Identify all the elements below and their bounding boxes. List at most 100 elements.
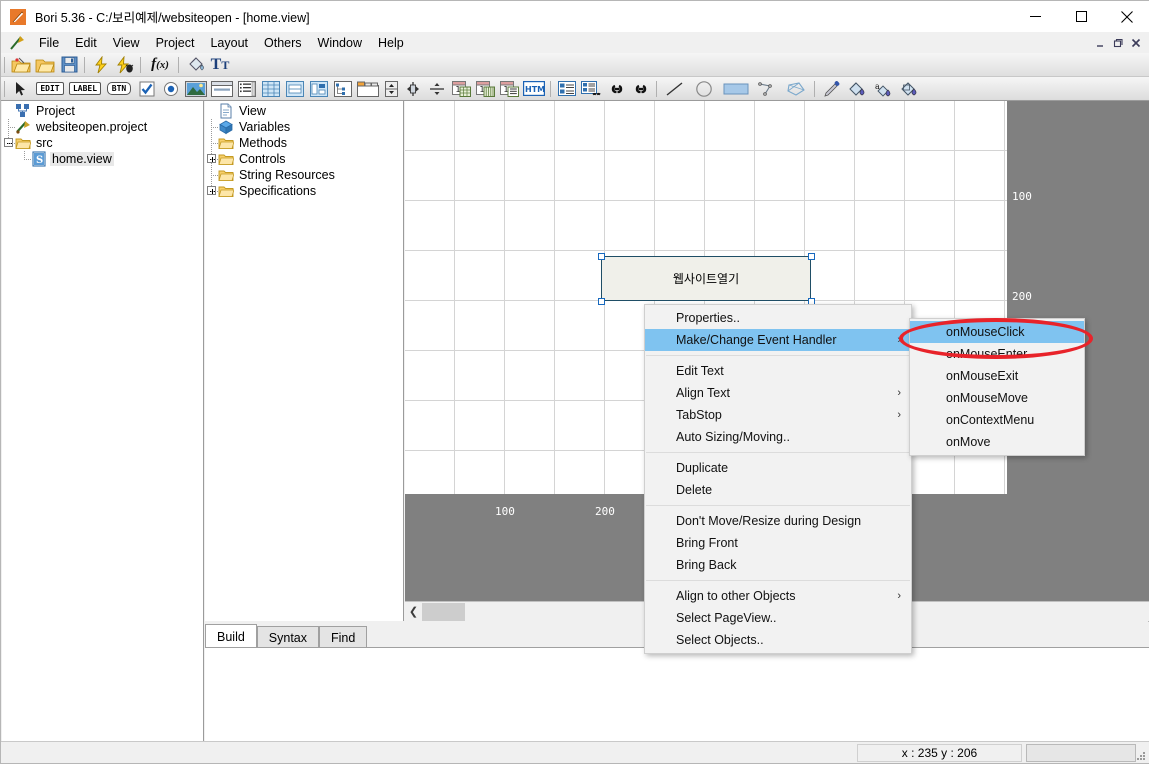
- menu-window[interactable]: Window: [310, 34, 370, 52]
- submenu-onmouseenter[interactable]: onMouseEnter: [910, 343, 1084, 365]
- border-color-icon[interactable]: [897, 78, 923, 100]
- menu-layout[interactable]: Layout: [202, 34, 256, 52]
- tree-expander-src[interactable]: [2, 135, 16, 151]
- pointer-icon[interactable]: [9, 78, 33, 100]
- ctx-delete[interactable]: Delete: [645, 479, 911, 501]
- font-icon[interactable]: TT: [207, 54, 233, 76]
- ellipse-shape-icon[interactable]: [689, 78, 719, 100]
- treegrid-control-icon[interactable]: [307, 78, 331, 100]
- minimize-button[interactable]: [1012, 1, 1058, 32]
- html-control-icon[interactable]: HTML: [521, 78, 547, 100]
- label-control-icon[interactable]: LABEL: [67, 78, 103, 100]
- submenu-onmove[interactable]: onMove: [910, 431, 1084, 453]
- hsplitter-control-icon[interactable]: [425, 78, 449, 100]
- tree-node-string-resources[interactable]: String Resources: [205, 167, 403, 183]
- selection-handle-top-right[interactable]: [808, 253, 815, 260]
- datelist-control-icon[interactable]: 1: [497, 78, 521, 100]
- ctx-select-pageview[interactable]: Select PageView..: [645, 607, 911, 629]
- link-control-icon[interactable]: [605, 78, 629, 100]
- listbox-control-icon[interactable]: [235, 78, 259, 100]
- checkbox-control-icon[interactable]: [135, 78, 159, 100]
- submenu-onmouseexit[interactable]: onMouseExit: [910, 365, 1084, 387]
- menu-help[interactable]: Help: [370, 34, 412, 52]
- project-panel[interactable]: Project websiteopen.project src S home.v…: [2, 101, 204, 745]
- tab-find[interactable]: Find: [319, 626, 368, 648]
- text-color-icon[interactable]: a: [871, 78, 897, 100]
- menu-others[interactable]: Others: [256, 34, 310, 52]
- menu-view[interactable]: View: [105, 34, 148, 52]
- image-control-icon[interactable]: [183, 78, 209, 100]
- tree-node-project[interactable]: Project: [2, 103, 203, 119]
- tree-node-variables[interactable]: Variables: [205, 119, 403, 135]
- calendar-control-icon[interactable]: 1: [449, 78, 473, 100]
- radio-control-icon[interactable]: [159, 78, 183, 100]
- line-shape-icon[interactable]: [661, 78, 689, 100]
- tree-node-controls[interactable]: Controls: [205, 151, 403, 167]
- scroll-left-arrow-icon[interactable]: ❮: [405, 602, 422, 621]
- tree-node-home-view[interactable]: S home.view: [2, 151, 203, 167]
- tree-control-icon[interactable]: [331, 78, 355, 100]
- edit-control-icon[interactable]: EDIT: [33, 78, 67, 100]
- ctx-select-objects[interactable]: Select Objects..: [645, 629, 911, 651]
- ctx-dont-move-resize[interactable]: Don't Move/Resize during Design: [645, 510, 911, 532]
- ctx-align-to-other-objects[interactable]: Align to other Objects ›: [645, 585, 911, 607]
- view-structure-panel[interactable]: View Variables Methods Controls String R…: [205, 101, 404, 621]
- submenu-oncontextmenu[interactable]: onContextMenu: [910, 409, 1084, 431]
- open-folder-icon[interactable]: [33, 54, 57, 76]
- function-icon[interactable]: f(x): [145, 54, 175, 76]
- ctx-align-text[interactable]: Align Text ›: [645, 382, 911, 404]
- linklist-control-icon[interactable]: [579, 78, 605, 100]
- ctx-duplicate[interactable]: Duplicate: [645, 457, 911, 479]
- output-text-area[interactable]: [205, 647, 1149, 744]
- mdi-close-button[interactable]: [1127, 34, 1145, 52]
- tab-syntax[interactable]: Syntax: [256, 626, 320, 648]
- menu-file[interactable]: File: [31, 34, 67, 52]
- scrollbar-thumb[interactable]: [422, 602, 465, 621]
- eyedropper-icon[interactable]: [819, 78, 845, 100]
- rectangle-shape-icon[interactable]: [719, 78, 753, 100]
- tree-node-src[interactable]: src: [2, 135, 203, 151]
- tree-node-specifications[interactable]: Specifications: [205, 183, 403, 199]
- debug-icon[interactable]: [113, 54, 137, 76]
- ctx-properties[interactable]: Properties..: [645, 307, 911, 329]
- vsplitter-control-icon[interactable]: [401, 78, 425, 100]
- polygon-shape-icon[interactable]: [781, 78, 811, 100]
- maximize-button[interactable]: [1058, 1, 1104, 32]
- run-icon[interactable]: [89, 54, 113, 76]
- event-handler-submenu[interactable]: onMouseClick onMouseEnter onMouseExit on…: [909, 318, 1085, 456]
- menu-edit[interactable]: Edit: [67, 34, 105, 52]
- tablegrid-control-icon[interactable]: [283, 78, 307, 100]
- submenu-onmousemove[interactable]: onMouseMove: [910, 387, 1084, 409]
- tree-expander-controls[interactable]: [205, 151, 219, 167]
- ctx-tabstop[interactable]: TabStop ›: [645, 404, 911, 426]
- selection-handle-top-left[interactable]: [598, 253, 605, 260]
- close-button[interactable]: [1104, 1, 1149, 32]
- resize-grip-icon[interactable]: [1135, 749, 1147, 761]
- menu-project[interactable]: Project: [148, 34, 203, 52]
- ctx-make-change-event-handler[interactable]: Make/Change Event Handler ›: [645, 329, 911, 351]
- mdi-restore-button[interactable]: [1109, 34, 1127, 52]
- grid-control-icon[interactable]: [259, 78, 283, 100]
- polyline-shape-icon[interactable]: [753, 78, 781, 100]
- save-icon[interactable]: [57, 54, 81, 76]
- ctx-bring-back[interactable]: Bring Back: [645, 554, 911, 576]
- tree-node-websiteopen-project[interactable]: websiteopen.project: [2, 119, 203, 135]
- paint-bucket-icon[interactable]: [183, 54, 207, 76]
- tab-build[interactable]: Build: [205, 624, 257, 648]
- spinner-control-icon[interactable]: [381, 78, 401, 100]
- tabfolder-control-icon[interactable]: [355, 78, 381, 100]
- website-open-button[interactable]: 웹사이트열기: [601, 256, 811, 301]
- object-context-menu[interactable]: Properties.. Make/Change Event Handler ›…: [644, 304, 912, 654]
- ctx-auto-sizing-moving[interactable]: Auto Sizing/Moving..: [645, 426, 911, 448]
- listview-control-icon[interactable]: [555, 78, 579, 100]
- datecolumn-control-icon[interactable]: 1: [473, 78, 497, 100]
- ctx-edit-text[interactable]: Edit Text: [645, 360, 911, 382]
- tree-node-methods[interactable]: Methods: [205, 135, 403, 151]
- tree-expander-specifications[interactable]: [205, 183, 219, 199]
- groupbox-control-icon[interactable]: [209, 78, 235, 100]
- link2-control-icon[interactable]: [629, 78, 653, 100]
- mdi-minimize-button[interactable]: [1091, 34, 1109, 52]
- new-project-icon[interactable]: [9, 54, 33, 76]
- selection-handle-bottom-left[interactable]: [598, 298, 605, 305]
- tree-node-view[interactable]: View: [205, 103, 403, 119]
